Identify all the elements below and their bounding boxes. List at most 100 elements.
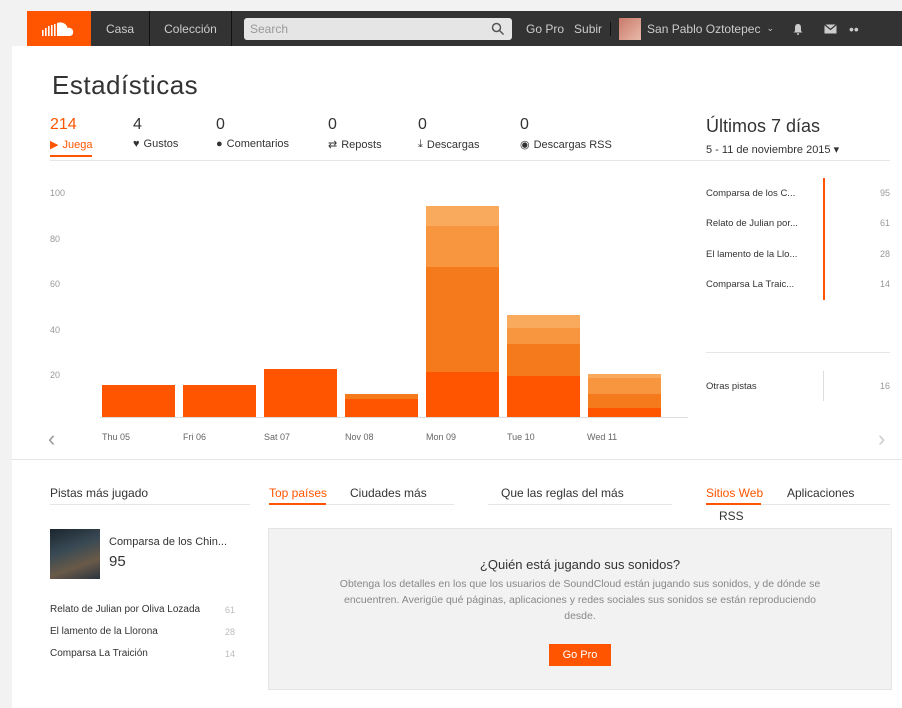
divider	[50, 504, 250, 505]
go-pro-link[interactable]: Go Pro	[526, 22, 564, 36]
stat-value: 0	[520, 116, 529, 133]
stat-value: 0	[418, 116, 427, 133]
active-tab-underline	[269, 503, 326, 505]
other-share-bar	[823, 371, 824, 401]
bar-segment[interactable]	[588, 407, 661, 417]
stat-comments[interactable]: 0 ● Comentarios	[216, 116, 289, 150]
download-icon: ⤓	[418, 138, 423, 150]
bar-segment[interactable]	[588, 373, 661, 379]
heart-icon: ♥	[133, 138, 140, 150]
stat-plays[interactable]: 214 ▶ Juega	[50, 116, 93, 157]
track-label[interactable]: Comparsa La Traic...	[706, 279, 794, 290]
bar-segment[interactable]	[264, 369, 337, 417]
repost-icon: ⇄	[328, 139, 338, 151]
go-pro-button[interactable]: Go Pro	[549, 644, 611, 666]
stat-rss-downloads[interactable]: 0 ◉ Descargas RSS	[520, 116, 612, 151]
tab-top-cities[interactable]: Ciudades más	[350, 486, 427, 500]
chevron-down-icon: ⌄	[766, 23, 774, 33]
top-track-name[interactable]: Relato de Julian por Oliva Lozada	[50, 604, 200, 615]
stat-reposts[interactable]: 0 ⇄ Reposts	[328, 116, 382, 151]
stat-value: 0	[216, 116, 225, 133]
chevron-right-icon[interactable]: ›	[878, 426, 885, 452]
track-plays: 61	[880, 218, 891, 228]
stat-downloads[interactable]: 0 ⤓ Descargas	[418, 116, 479, 151]
rss-icon: ◉	[520, 139, 530, 151]
more-icon[interactable]: ••	[849, 21, 859, 37]
top-tracks-title: Pistas más jugado	[50, 486, 149, 500]
track-label[interactable]: Comparsa de los C...	[706, 188, 795, 199]
stat-likes[interactable]: 4 ♥ Gustos	[133, 116, 178, 150]
bar-segment[interactable]	[588, 378, 661, 395]
stat-label: Gustos	[143, 138, 179, 150]
soundcloud-logo[interactable]	[27, 11, 91, 46]
tab-apps[interactable]: Aplicaciones	[787, 486, 854, 500]
x-tick: Fri 06	[183, 432, 207, 442]
track-label[interactable]: Relato de Julian por...	[706, 218, 798, 229]
divider	[50, 160, 890, 161]
stat-value: 4	[133, 116, 142, 133]
bar-segment[interactable]	[183, 385, 256, 417]
top-track-name[interactable]: El lamento de la Llorona	[50, 626, 158, 637]
header-nav: Casa Colección Go Pro Subir San Pablo Oz…	[27, 11, 902, 46]
track-plays: 28	[880, 249, 891, 259]
chevron-left-icon[interactable]: ‹	[48, 426, 55, 452]
tab-rules[interactable]: Que las reglas del más	[501, 486, 624, 500]
track-share-bar	[823, 178, 825, 300]
x-tick: Sat 07	[264, 432, 291, 442]
x-tick: Wed 11	[587, 432, 618, 442]
stat-value: 0	[328, 116, 337, 133]
tab-websites[interactable]: Sitios Web	[706, 486, 763, 500]
y-tick: 20	[50, 370, 61, 380]
range-title: Últimos 7 días	[706, 116, 821, 136]
bar-segment[interactable]	[507, 344, 580, 377]
page-title: Estadísticas	[52, 70, 199, 100]
tab-rss[interactable]: RSS	[719, 509, 744, 523]
bar-segment[interactable]	[102, 385, 175, 417]
track-artwork[interactable]	[50, 529, 100, 579]
divider	[761, 504, 890, 505]
bar-segment[interactable]	[345, 398, 418, 417]
bar-segment[interactable]	[507, 314, 580, 329]
upload-link[interactable]: Subir	[574, 21, 612, 36]
section-divider	[12, 459, 902, 460]
featured-track-name[interactable]: Comparsa de los Chin...	[109, 536, 227, 548]
bar-segment[interactable]	[507, 376, 580, 417]
mail-icon[interactable]	[824, 23, 837, 34]
divider	[706, 352, 890, 353]
other-tracks-label: Otras pistas	[706, 381, 757, 392]
search-icon[interactable]	[491, 22, 505, 36]
track-label[interactable]: El lamento de la Llo...	[706, 249, 797, 260]
nav-collection[interactable]: Colección	[150, 11, 232, 46]
x-tick: Mon 09	[426, 432, 457, 442]
username: San Pablo Oztotepec	[647, 21, 761, 36]
date-range: Últimos 7 días 5 - 11 de noviembre 2015 …	[706, 116, 839, 156]
bar-segment[interactable]	[426, 226, 499, 268]
soundcloud-icon	[42, 21, 74, 36]
avatar	[619, 17, 642, 40]
top-bar: Casa Colección Go Pro Subir San Pablo Oz…	[0, 0, 902, 46]
tab-top-countries[interactable]: Top países	[269, 486, 327, 500]
track-plays: 14	[880, 279, 891, 289]
bar-segment[interactable]	[588, 394, 661, 408]
other-tracks-plays: 16	[880, 381, 891, 391]
stat-label: Reposts	[341, 138, 382, 151]
bar-segment[interactable]	[507, 328, 580, 345]
top-track-plays: 61	[225, 605, 236, 615]
user-menu[interactable]: San Pablo Oztotepec ⌄	[619, 17, 774, 40]
x-tick: Tue 10	[507, 432, 535, 442]
bell-icon[interactable]	[792, 23, 804, 35]
top-track-name[interactable]: Comparsa La Traición	[50, 648, 148, 659]
caret-down-icon: ▾	[833, 144, 840, 156]
promo-heading: ¿Quién está jugando sus sonidos?	[479, 557, 681, 572]
stat-value: 214	[50, 116, 77, 133]
bar-segment[interactable]	[426, 205, 499, 227]
bar-segment[interactable]	[345, 394, 418, 399]
search-input[interactable]	[244, 20, 491, 37]
range-dropdown[interactable]: 5 - 11 de noviembre 2015 ▾	[706, 143, 839, 156]
nav-home[interactable]: Casa	[91, 11, 150, 46]
bar-segment[interactable]	[426, 267, 499, 372]
featured-track-plays: 95	[109, 553, 126, 570]
stat-label: Comentarios	[226, 138, 290, 150]
promo-text: Obtenga los detalles en los que los usua…	[339, 578, 821, 622]
bar-segment[interactable]	[426, 371, 499, 417]
